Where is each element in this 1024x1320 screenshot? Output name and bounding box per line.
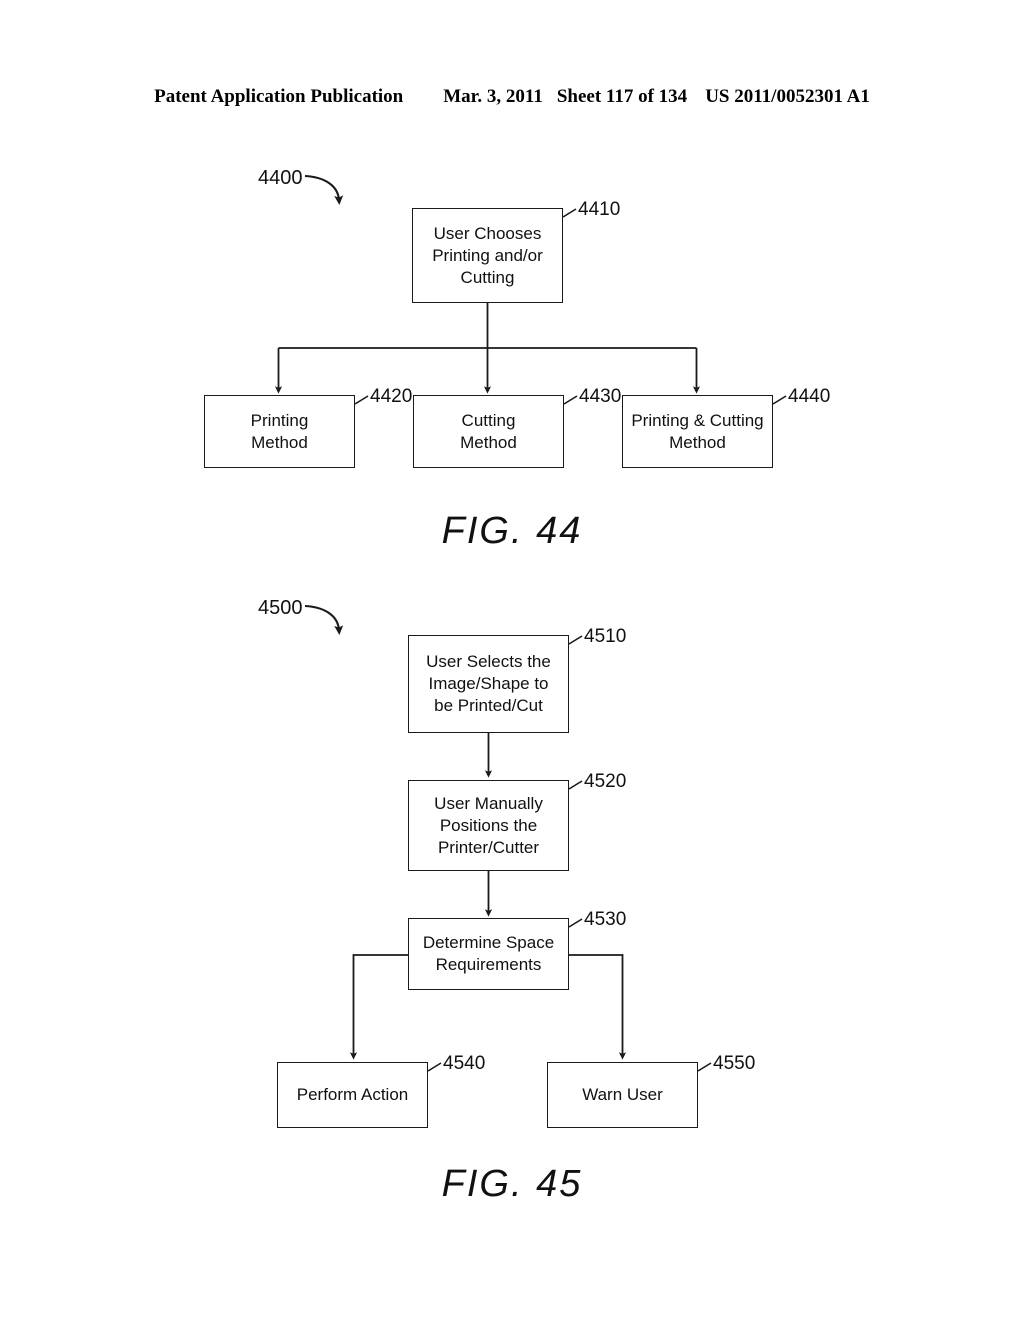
- figure-caption-45: FIG. 45: [441, 1163, 583, 1205]
- patent-drawing-page: Patent Application Publication Mar. 3, 2…: [0, 0, 1024, 1320]
- flow-box-4520[interactable]: User Manually Positions the Printer/Cutt…: [408, 780, 569, 871]
- ref-number-4540: 4540: [443, 1053, 486, 1074]
- ref-number-4530: 4530: [584, 909, 627, 930]
- ref-number-4440: 4440: [788, 386, 831, 407]
- flow-box-4420[interactable]: Printing Method: [204, 395, 355, 468]
- fig45-leader-4540: [427, 1062, 442, 1072]
- ref-number-4510: 4510: [584, 626, 627, 647]
- flow-box-4550[interactable]: Warn User: [547, 1062, 698, 1128]
- fig44-leader-4430: [563, 395, 578, 405]
- fig45-leader-4550: [697, 1062, 712, 1072]
- fig45-flow-ref-arrow: [304, 604, 344, 635]
- ref-number-4430: 4430: [579, 386, 622, 407]
- ref-number-4550: 4550: [713, 1053, 756, 1074]
- ref-number-4520: 4520: [584, 771, 627, 792]
- fig44-leader-4440: [772, 395, 787, 405]
- flow-box-4440[interactable]: Printing & Cutting Method: [622, 395, 773, 468]
- ref-number-4420: 4420: [370, 386, 413, 407]
- flow-box-4540[interactable]: Perform Action: [277, 1062, 428, 1128]
- fig44-leader-4410: [562, 208, 577, 218]
- flow-box-4410[interactable]: User Chooses Printing and/or Cutting: [412, 208, 563, 303]
- fig44-flow-ref-arrow: [304, 174, 344, 205]
- ref-number-4410: 4410: [578, 199, 621, 220]
- fig45-branch-right-connector: [569, 954, 627, 1060]
- fig45-leader-4520: [568, 780, 583, 790]
- fig44-leader-4420: [354, 395, 369, 405]
- fig45-leader-4530: [568, 918, 583, 928]
- figure-caption-44: FIG. 44: [441, 510, 583, 552]
- fig45-branch-left-connector: [349, 954, 408, 1060]
- fig44-branch-connectors: [274, 303, 701, 394]
- fig45-leader-4510: [568, 635, 583, 645]
- flow-box-4430[interactable]: Cutting Method: [413, 395, 564, 468]
- flow-reference-4400: 4400: [258, 167, 303, 189]
- flow-box-4510[interactable]: User Selects the Image/Shape to be Print…: [408, 635, 569, 733]
- flow-reference-4500: 4500: [258, 597, 303, 619]
- flow-box-4530[interactable]: Determine Space Requirements: [408, 918, 569, 990]
